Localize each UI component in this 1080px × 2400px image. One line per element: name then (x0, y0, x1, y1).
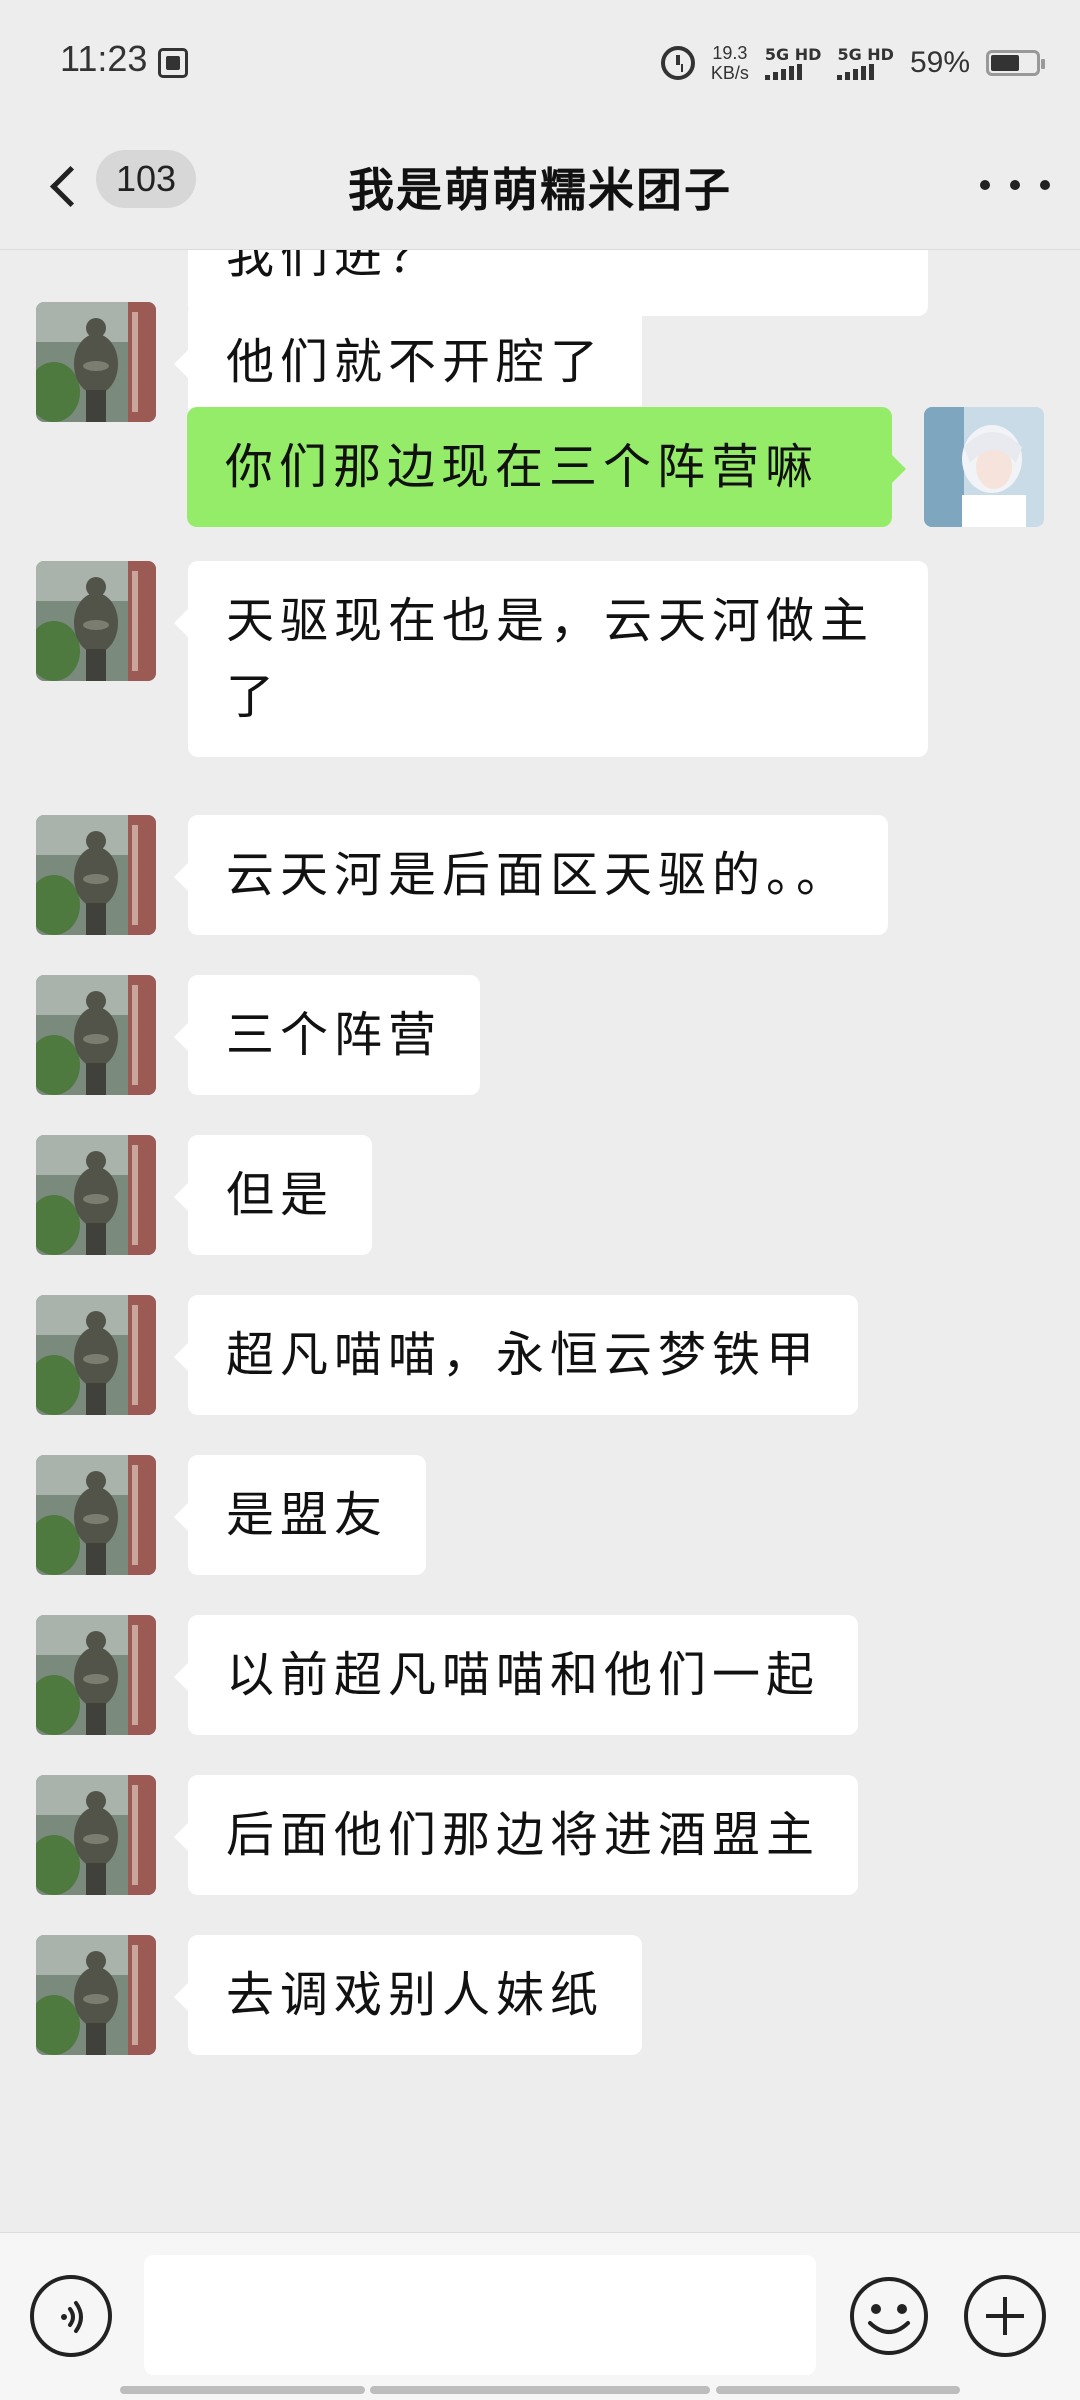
input-bar (0, 2232, 1080, 2400)
chat-messages[interactable]: 自己和盟友闹掰。你们会让我们进？他们就不开腔了你们那边现在三个阵营嘛天驱现在也是… (0, 250, 1080, 2232)
contact-avatar[interactable] (36, 815, 156, 935)
sim-card-icon (158, 48, 188, 78)
nav-handle (120, 2386, 365, 2394)
chat-title: 我是萌萌糯米团子 (348, 163, 732, 217)
more-functions-button[interactable] (964, 2275, 1046, 2357)
emoji-button[interactable] (848, 2275, 930, 2357)
sim2-signal: 5G HD (837, 46, 894, 80)
battery-percentage: 59% (909, 46, 970, 79)
alarm-icon (660, 46, 695, 80)
dot-icon (1010, 180, 1020, 190)
my-avatar[interactable] (924, 407, 1044, 527)
message-bubble[interactable]: 三个阵营 (173, 975, 481, 1095)
message-input[interactable] (144, 2255, 816, 2375)
voice-input-button[interactable] (30, 2275, 112, 2357)
status-bar: 11:23 19.3 KB/s 5G HD 5G HD 59% (0, 0, 1080, 120)
message-bubble[interactable]: 云天河是后面区天驱的。。 (173, 815, 889, 935)
contact-avatar[interactable] (36, 1935, 156, 2055)
chat-header: 103 我是萌萌糯米团子 (0, 120, 1080, 250)
message-bubble[interactable]: 天驱现在也是，云天河做主了 (174, 561, 928, 757)
battery-level (991, 55, 1020, 71)
message-bubble[interactable]: 去调戏别人妹纸 (173, 1935, 643, 2055)
network-speed: 19.3 KB/s (711, 43, 749, 83)
contact-avatar[interactable] (36, 975, 156, 1095)
nav-handle (716, 2386, 960, 2394)
contact-avatar[interactable] (36, 1775, 156, 1895)
dot-icon (1040, 180, 1050, 190)
contact-avatar[interactable] (36, 1135, 156, 1255)
message-bubble[interactable]: 他们就不开腔了 (173, 302, 643, 422)
network-speed-value: 19.3 (712, 43, 748, 63)
contact-avatar[interactable] (36, 1295, 156, 1415)
signal-bars-icon (764, 64, 802, 80)
sim1-signal: 5G HD (764, 45, 822, 80)
dot-icon (980, 180, 990, 190)
battery-icon (986, 50, 1045, 76)
network-speed-unit: KB/s (710, 63, 749, 83)
message-bubble[interactable]: 是盟友 (173, 1455, 427, 1575)
signal-bars-icon (837, 64, 875, 80)
sim2-label: 5G HD (837, 45, 894, 64)
message-bubble[interactable]: 后面他们那边将进酒盟主 (173, 1775, 859, 1895)
message-bubble[interactable]: 你们那边现在三个阵营嘛 (187, 407, 906, 527)
message-bubble[interactable]: 超凡喵喵，永恒云梦铁甲 (173, 1295, 859, 1415)
nav-handle (370, 2386, 710, 2394)
contact-avatar[interactable] (36, 561, 156, 681)
status-time: 11:23 (60, 38, 148, 79)
more-options-button[interactable] (980, 170, 1050, 200)
contact-avatar[interactable] (36, 302, 156, 422)
smiley-icon (850, 2277, 928, 2355)
status-indicators: 19.3 KB/s 5G HD 5G HD 59% (660, 38, 1045, 88)
sim1-label: 5G HD (764, 45, 822, 64)
message-bubble[interactable]: 但是 (173, 1135, 373, 1255)
contact-avatar[interactable] (36, 1615, 156, 1735)
voice-icon (61, 2301, 83, 2333)
message-bubble[interactable]: 以前超凡喵喵和他们一起 (173, 1615, 859, 1735)
contact-avatar[interactable] (36, 1455, 156, 1575)
